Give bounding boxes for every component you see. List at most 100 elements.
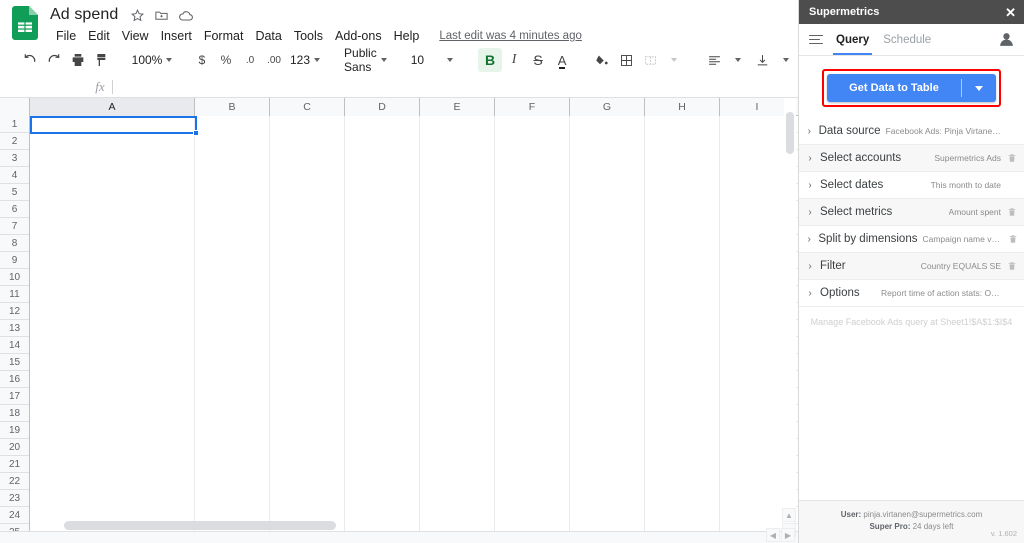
grid-cell[interactable] [420, 439, 495, 456]
grid-cell[interactable] [270, 422, 345, 439]
grid-cell[interactable] [420, 422, 495, 439]
grid-cell[interactable] [30, 490, 195, 507]
grid-cell[interactable] [495, 235, 570, 252]
grid-cell[interactable] [645, 337, 720, 354]
grid-cell[interactable] [495, 116, 570, 133]
grid-cell[interactable] [495, 320, 570, 337]
grid-cell[interactable] [645, 252, 720, 269]
fill-handle[interactable] [193, 130, 199, 136]
grid-cell[interactable] [420, 320, 495, 337]
grid-cell[interactable] [30, 320, 195, 337]
grid-cell[interactable] [270, 201, 345, 218]
grid-cell[interactable] [345, 184, 420, 201]
grid-cell[interactable] [270, 133, 345, 150]
grid-cell[interactable] [495, 456, 570, 473]
grid-cell[interactable] [645, 218, 720, 235]
horizontal-scrollbar[interactable] [30, 519, 770, 533]
undo-icon[interactable] [18, 48, 42, 72]
column-header-g[interactable]: G [570, 98, 645, 116]
percent-format-button[interactable]: % [214, 48, 238, 72]
column-header-d[interactable]: D [345, 98, 420, 116]
grid-cell[interactable] [645, 354, 720, 371]
grid-cell[interactable] [345, 490, 420, 507]
horizontal-align-dropdown[interactable] [726, 48, 750, 72]
row-header[interactable]: 20 [0, 439, 29, 456]
hamburger-menu-icon[interactable] [807, 34, 829, 45]
grid-cell[interactable] [570, 303, 645, 320]
grid-cell[interactable] [495, 269, 570, 286]
grid-cell[interactable] [270, 218, 345, 235]
grid-cell[interactable] [645, 456, 720, 473]
grid-cell[interactable] [570, 371, 645, 388]
grid-cell[interactable] [570, 218, 645, 235]
grid-cell[interactable] [495, 439, 570, 456]
grid-cell[interactable] [645, 303, 720, 320]
row-header[interactable]: 4 [0, 167, 29, 184]
grid-cell[interactable] [270, 473, 345, 490]
scroll-right-button[interactable]: ▶ [781, 528, 795, 542]
grid-cell[interactable] [345, 167, 420, 184]
grid-cell[interactable] [30, 388, 195, 405]
grid-cell[interactable] [30, 167, 195, 184]
scroll-left-button[interactable]: ◀ [766, 528, 780, 542]
grid-cell[interactable] [570, 439, 645, 456]
column-header-c[interactable]: C [270, 98, 345, 116]
grid-cell[interactable] [345, 371, 420, 388]
grid-cell[interactable] [570, 405, 645, 422]
row-header[interactable]: 3 [0, 150, 29, 167]
grid-cell[interactable] [270, 252, 345, 269]
column-header-f[interactable]: F [495, 98, 570, 116]
grid-cell[interactable] [495, 201, 570, 218]
last-edit-link[interactable]: Last edit was 4 minutes ago [439, 30, 582, 42]
get-data-dropdown[interactable] [962, 85, 996, 91]
grid-cell[interactable] [30, 473, 195, 490]
grid-cell[interactable] [645, 201, 720, 218]
grid-cell[interactable] [270, 184, 345, 201]
grid-cell[interactable] [345, 116, 420, 133]
row-header[interactable]: 10 [0, 269, 29, 286]
grid-cell[interactable] [495, 388, 570, 405]
grid-cell[interactable] [645, 116, 720, 133]
grid-cell[interactable] [345, 269, 420, 286]
move-to-folder-icon[interactable] [154, 8, 169, 23]
italic-button[interactable]: I [502, 48, 526, 72]
bold-button[interactable]: B [478, 48, 503, 72]
currency-format-button[interactable]: $ [190, 48, 214, 72]
tab-schedule[interactable]: Schedule [876, 24, 938, 55]
grid-cell[interactable] [570, 473, 645, 490]
redo-icon[interactable] [42, 48, 66, 72]
drive-status-icon[interactable] [178, 8, 194, 23]
grid-cell[interactable] [30, 201, 195, 218]
grid-cell[interactable] [645, 388, 720, 405]
menu-item-edit[interactable]: Edit [82, 27, 116, 45]
query-row-options[interactable]: › Options Report time of action stats: On … [799, 280, 1024, 307]
grid-cell[interactable] [570, 201, 645, 218]
grid-cell[interactable] [345, 218, 420, 235]
merge-cells-icon[interactable] [638, 48, 662, 72]
grid-cell[interactable] [30, 235, 195, 252]
trash-icon[interactable] [1006, 207, 1018, 217]
column-header-a[interactable]: A [30, 98, 195, 116]
vertical-align-icon[interactable] [750, 48, 774, 72]
grid-cell[interactable] [345, 337, 420, 354]
grid-cell[interactable] [195, 473, 270, 490]
row-header[interactable]: 1 [0, 116, 29, 133]
grid-cell[interactable] [495, 490, 570, 507]
grid-cell[interactable] [30, 354, 195, 371]
grid-cell[interactable] [195, 150, 270, 167]
grid-cell[interactable] [570, 252, 645, 269]
row-header[interactable]: 2 [0, 133, 29, 150]
grid-cell[interactable] [30, 116, 195, 133]
borders-icon[interactable] [614, 48, 638, 72]
grid-cell[interactable] [570, 133, 645, 150]
text-color-button[interactable]: A [550, 48, 574, 72]
row-header[interactable]: 13 [0, 320, 29, 337]
grid-cell[interactable] [645, 371, 720, 388]
decrease-decimal-button[interactable]: .0 [238, 48, 262, 72]
grid-cell[interactable] [270, 439, 345, 456]
grid-cell[interactable] [270, 235, 345, 252]
grid-cell[interactable] [30, 439, 195, 456]
grid-cell[interactable] [345, 235, 420, 252]
grid-cell[interactable] [195, 201, 270, 218]
row-header[interactable]: 18 [0, 405, 29, 422]
